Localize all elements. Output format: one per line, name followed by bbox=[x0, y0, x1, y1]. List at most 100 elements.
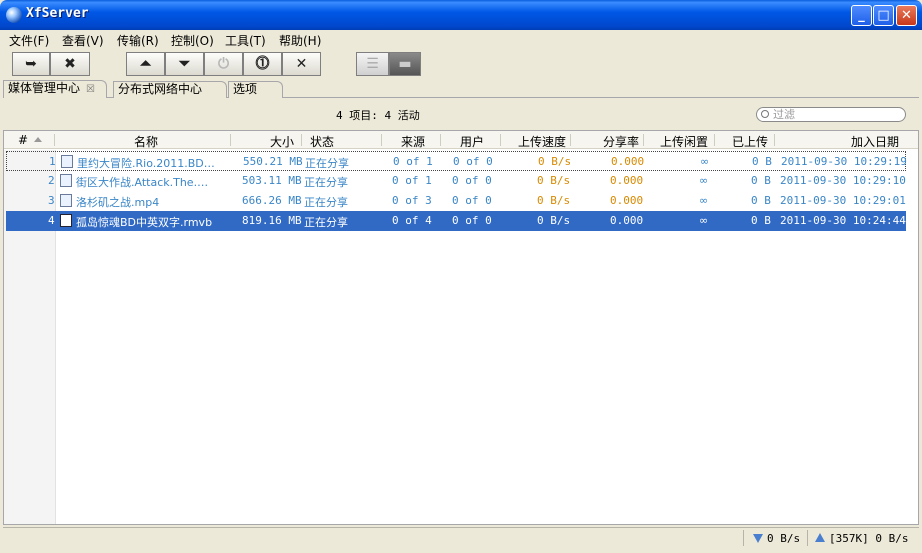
col-header-uploaded[interactable]: 已上传 bbox=[732, 133, 768, 150]
upload-arrow-icon bbox=[815, 533, 825, 542]
tab-close-icon[interactable]: ☒ bbox=[86, 84, 95, 95]
row-date: 2011-09-30 10:29:19 bbox=[781, 155, 907, 168]
menu-transfer[interactable]: 传输(R) bbox=[117, 32, 159, 49]
column-divider[interactable] bbox=[301, 134, 302, 146]
move-down-icon: ⏷ bbox=[178, 56, 191, 72]
tab-label: 选项 bbox=[233, 82, 258, 96]
column-divider[interactable] bbox=[440, 134, 441, 146]
power-icon: ⏻ bbox=[217, 56, 230, 72]
row-status: 正在分享 bbox=[304, 216, 348, 229]
menu-control[interactable]: 控制(O) bbox=[171, 32, 214, 49]
preferences-icon: ✖ bbox=[64, 56, 76, 72]
row-number: 1 bbox=[49, 155, 56, 168]
column-divider[interactable] bbox=[774, 134, 775, 146]
row-name: 街区大作战.Attack.The.… bbox=[76, 176, 209, 189]
app-logo-icon bbox=[6, 7, 22, 23]
col-header-name[interactable]: 名称 bbox=[134, 133, 158, 150]
col-header-num[interactable]: # bbox=[18, 133, 28, 147]
col-header-date[interactable]: 加入日期 bbox=[851, 133, 899, 150]
row-upspeed: 0 B/s bbox=[537, 174, 571, 187]
row-date: 2011-09-30 10:29:01 bbox=[780, 194, 906, 207]
row-ratio: 0.000 bbox=[610, 194, 644, 207]
list-view-icon: ☰ bbox=[366, 56, 379, 72]
column-divider[interactable] bbox=[714, 134, 715, 146]
column-divider[interactable] bbox=[570, 134, 571, 146]
move-up-button[interactable]: ⏶ bbox=[126, 52, 165, 76]
row-source: 0 of 3 bbox=[392, 194, 432, 207]
menu-tools[interactable]: 工具(T) bbox=[225, 32, 266, 49]
detail-view-icon: ▬ bbox=[398, 56, 412, 72]
row-uploaded: 0 B bbox=[751, 194, 771, 207]
row-upspeed: 0 B/s bbox=[537, 194, 571, 207]
col-header-users[interactable]: 用户 bbox=[460, 133, 484, 150]
row-ratio: 0.000 bbox=[611, 155, 645, 168]
torrent-list[interactable]: # 名称 大小 状态 来源 用户 上传速度 分享率 上传闲置 已上传 加入日期 … bbox=[3, 130, 919, 525]
list-view-button[interactable]: ☰ bbox=[356, 52, 389, 76]
row-users: 0 of 0 bbox=[453, 155, 493, 168]
window-title: XfServer bbox=[26, 6, 89, 21]
tab-options[interactable]: 选项 bbox=[228, 81, 283, 98]
column-divider[interactable] bbox=[643, 134, 644, 146]
row-users: 0 of 0 bbox=[452, 194, 492, 207]
column-divider[interactable] bbox=[230, 134, 231, 146]
column-divider[interactable] bbox=[381, 134, 382, 146]
download-arrow-icon bbox=[753, 534, 763, 543]
status-divider bbox=[807, 530, 808, 546]
col-header-source[interactable]: 来源 bbox=[401, 133, 425, 150]
minimize-button[interactable]: _ bbox=[851, 5, 872, 26]
menu-view[interactable]: 查看(V) bbox=[62, 32, 104, 49]
row-users: 0 of 0 bbox=[452, 214, 492, 227]
detail-view-button[interactable]: ▬ bbox=[389, 52, 421, 76]
col-header-ratio[interactable]: 分享率 bbox=[603, 133, 639, 150]
row-date: 2011-09-30 10:29:10 bbox=[780, 174, 906, 187]
file-icon bbox=[61, 155, 73, 168]
row-number: 3 bbox=[48, 194, 55, 207]
row-status: 正在分享 bbox=[305, 157, 349, 170]
col-header-status[interactable]: 状态 bbox=[310, 133, 334, 150]
remove-icon: ✕ bbox=[295, 56, 308, 72]
col-header-idle[interactable]: 上传闲置 bbox=[660, 133, 708, 150]
search-icon bbox=[761, 110, 769, 118]
menu-help[interactable]: 帮助(H) bbox=[279, 32, 321, 49]
menu-bar: 文件(F) 查看(V) 传输(R) 控制(O) 工具(T) 帮助(H) bbox=[3, 30, 919, 50]
row-upspeed: 0 B/s bbox=[537, 214, 571, 227]
col-header-upspeed[interactable]: 上传速度 bbox=[518, 133, 566, 150]
move-down-button[interactable]: ⏷ bbox=[165, 52, 204, 76]
maximize-button[interactable]: □ bbox=[873, 5, 894, 26]
row-status: 正在分享 bbox=[304, 176, 348, 189]
add-torrent-button[interactable]: ➥ bbox=[12, 52, 50, 76]
col-header-size[interactable]: 大小 bbox=[270, 133, 294, 150]
download-speed: 0 B/s bbox=[767, 532, 801, 545]
remove-button[interactable]: ✕ bbox=[282, 52, 321, 76]
item-summary: 4 项目: 4 活动 bbox=[336, 109, 420, 122]
row-size: 503.11 MB bbox=[242, 174, 302, 187]
row-status: 正在分享 bbox=[304, 196, 348, 209]
file-icon bbox=[60, 174, 72, 187]
filter-input[interactable]: 过滤 bbox=[756, 107, 906, 122]
add-torrent-icon: ➥ bbox=[25, 56, 37, 72]
table-row[interactable]: 2 街区大作战.Attack.The.… 503.11 MB 正在分享 0 of… bbox=[6, 171, 906, 191]
sort-ascending-icon bbox=[34, 137, 42, 142]
table-row[interactable]: 1 里约大冒险.Rio.2011.BD… 550.21 MB 正在分享 0 of… bbox=[6, 151, 907, 171]
close-button[interactable]: ✕ bbox=[896, 5, 917, 26]
column-divider[interactable] bbox=[500, 134, 501, 146]
menu-file[interactable]: 文件(F) bbox=[9, 32, 49, 49]
file-icon bbox=[60, 194, 72, 207]
title-bar: XfServer _ □ ✕ bbox=[0, 0, 922, 30]
row-uploaded: 0 B bbox=[751, 214, 771, 227]
tab-label: 分布式网络中心 bbox=[118, 82, 203, 96]
row-number: 2 bbox=[48, 174, 55, 187]
row-ratio: 0.000 bbox=[610, 174, 644, 187]
row-name: 洛杉矶之战.mp4 bbox=[76, 196, 160, 209]
table-row[interactable]: 3 洛杉矶之战.mp4 666.26 MB 正在分享 0 of 3 0 of 0… bbox=[6, 191, 906, 211]
start-button[interactable]: ⏻ bbox=[204, 52, 243, 76]
tab-media-center[interactable]: 媒体管理中心 ☒ bbox=[3, 80, 107, 98]
pause-button[interactable]: ⓵ bbox=[243, 52, 282, 76]
row-source: 0 of 4 bbox=[392, 214, 432, 227]
table-row-selected[interactable]: 4 孤岛惊魂BD中英双字.rmvb 819.16 MB 正在分享 0 of 4 … bbox=[6, 211, 906, 231]
tab-network-center[interactable]: 分布式网络中心 bbox=[113, 81, 227, 98]
info-bar: 4 项目: 4 活动 过滤 bbox=[3, 99, 919, 129]
column-divider[interactable] bbox=[54, 134, 55, 146]
row-idle: ∞ bbox=[699, 174, 709, 187]
preferences-button[interactable]: ✖ bbox=[50, 52, 90, 76]
